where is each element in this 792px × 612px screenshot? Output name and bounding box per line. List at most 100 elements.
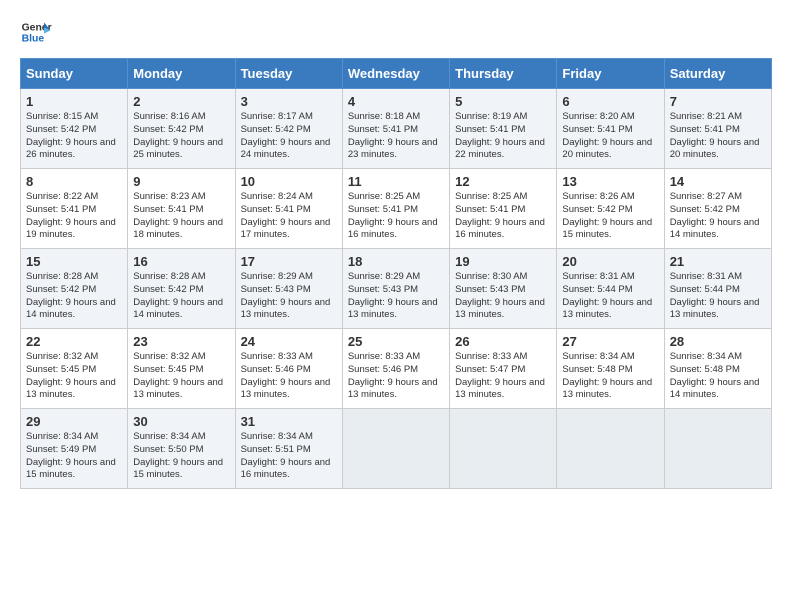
col-header-sunday: Sunday bbox=[21, 59, 128, 89]
day-info: Sunrise: 8:19 AM Sunset: 5:41 PM Dayligh… bbox=[455, 111, 551, 162]
day-number: 5 bbox=[455, 94, 551, 109]
col-header-thursday: Thursday bbox=[450, 59, 557, 89]
day-cell: 11 Sunrise: 8:25 AM Sunset: 5:41 PM Dayl… bbox=[342, 169, 449, 249]
day-info: Sunrise: 8:31 AM Sunset: 5:44 PM Dayligh… bbox=[670, 271, 766, 322]
day-info: Sunrise: 8:29 AM Sunset: 5:43 PM Dayligh… bbox=[348, 271, 444, 322]
day-info: Sunrise: 8:25 AM Sunset: 5:41 PM Dayligh… bbox=[455, 191, 551, 242]
day-info: Sunrise: 8:20 AM Sunset: 5:41 PM Dayligh… bbox=[562, 111, 658, 162]
day-info: Sunrise: 8:24 AM Sunset: 5:41 PM Dayligh… bbox=[241, 191, 337, 242]
day-cell: 22 Sunrise: 8:32 AM Sunset: 5:45 PM Dayl… bbox=[21, 329, 128, 409]
day-number: 29 bbox=[26, 414, 122, 429]
col-header-wednesday: Wednesday bbox=[342, 59, 449, 89]
day-cell bbox=[450, 409, 557, 489]
day-cell: 17 Sunrise: 8:29 AM Sunset: 5:43 PM Dayl… bbox=[235, 249, 342, 329]
day-number: 11 bbox=[348, 174, 444, 189]
day-info: Sunrise: 8:16 AM Sunset: 5:42 PM Dayligh… bbox=[133, 111, 229, 162]
day-cell: 31 Sunrise: 8:34 AM Sunset: 5:51 PM Dayl… bbox=[235, 409, 342, 489]
week-row-2: 8 Sunrise: 8:22 AM Sunset: 5:41 PM Dayli… bbox=[21, 169, 772, 249]
day-info: Sunrise: 8:26 AM Sunset: 5:42 PM Dayligh… bbox=[562, 191, 658, 242]
day-number: 6 bbox=[562, 94, 658, 109]
header: General Blue bbox=[20, 16, 772, 48]
day-number: 31 bbox=[241, 414, 337, 429]
day-cell bbox=[557, 409, 664, 489]
day-info: Sunrise: 8:34 AM Sunset: 5:49 PM Dayligh… bbox=[26, 431, 122, 482]
day-cell: 24 Sunrise: 8:33 AM Sunset: 5:46 PM Dayl… bbox=[235, 329, 342, 409]
col-header-tuesday: Tuesday bbox=[235, 59, 342, 89]
day-info: Sunrise: 8:27 AM Sunset: 5:42 PM Dayligh… bbox=[670, 191, 766, 242]
day-cell: 13 Sunrise: 8:26 AM Sunset: 5:42 PM Dayl… bbox=[557, 169, 664, 249]
day-number: 8 bbox=[26, 174, 122, 189]
day-cell: 1 Sunrise: 8:15 AM Sunset: 5:42 PM Dayli… bbox=[21, 89, 128, 169]
day-number: 22 bbox=[26, 334, 122, 349]
day-number: 4 bbox=[348, 94, 444, 109]
day-number: 23 bbox=[133, 334, 229, 349]
day-number: 2 bbox=[133, 94, 229, 109]
day-number: 3 bbox=[241, 94, 337, 109]
day-cell: 9 Sunrise: 8:23 AM Sunset: 5:41 PM Dayli… bbox=[128, 169, 235, 249]
day-info: Sunrise: 8:32 AM Sunset: 5:45 PM Dayligh… bbox=[26, 351, 122, 402]
day-number: 13 bbox=[562, 174, 658, 189]
day-info: Sunrise: 8:29 AM Sunset: 5:43 PM Dayligh… bbox=[241, 271, 337, 322]
day-cell: 27 Sunrise: 8:34 AM Sunset: 5:48 PM Dayl… bbox=[557, 329, 664, 409]
day-number: 7 bbox=[670, 94, 766, 109]
week-row-5: 29 Sunrise: 8:34 AM Sunset: 5:49 PM Dayl… bbox=[21, 409, 772, 489]
col-header-monday: Monday bbox=[128, 59, 235, 89]
day-info: Sunrise: 8:28 AM Sunset: 5:42 PM Dayligh… bbox=[26, 271, 122, 322]
day-number: 16 bbox=[133, 254, 229, 269]
day-number: 18 bbox=[348, 254, 444, 269]
day-number: 17 bbox=[241, 254, 337, 269]
day-info: Sunrise: 8:18 AM Sunset: 5:41 PM Dayligh… bbox=[348, 111, 444, 162]
day-cell bbox=[664, 409, 771, 489]
day-number: 24 bbox=[241, 334, 337, 349]
day-number: 14 bbox=[670, 174, 766, 189]
day-info: Sunrise: 8:28 AM Sunset: 5:42 PM Dayligh… bbox=[133, 271, 229, 322]
day-info: Sunrise: 8:15 AM Sunset: 5:42 PM Dayligh… bbox=[26, 111, 122, 162]
calendar-header-row: SundayMondayTuesdayWednesdayThursdayFrid… bbox=[21, 59, 772, 89]
day-info: Sunrise: 8:25 AM Sunset: 5:41 PM Dayligh… bbox=[348, 191, 444, 242]
day-cell: 26 Sunrise: 8:33 AM Sunset: 5:47 PM Dayl… bbox=[450, 329, 557, 409]
day-info: Sunrise: 8:23 AM Sunset: 5:41 PM Dayligh… bbox=[133, 191, 229, 242]
day-info: Sunrise: 8:22 AM Sunset: 5:41 PM Dayligh… bbox=[26, 191, 122, 242]
calendar: SundayMondayTuesdayWednesdayThursdayFrid… bbox=[20, 58, 772, 489]
day-number: 1 bbox=[26, 94, 122, 109]
day-cell: 15 Sunrise: 8:28 AM Sunset: 5:42 PM Dayl… bbox=[21, 249, 128, 329]
day-cell bbox=[342, 409, 449, 489]
day-cell: 18 Sunrise: 8:29 AM Sunset: 5:43 PM Dayl… bbox=[342, 249, 449, 329]
day-info: Sunrise: 8:34 AM Sunset: 5:48 PM Dayligh… bbox=[670, 351, 766, 402]
day-cell: 14 Sunrise: 8:27 AM Sunset: 5:42 PM Dayl… bbox=[664, 169, 771, 249]
day-cell: 5 Sunrise: 8:19 AM Sunset: 5:41 PM Dayli… bbox=[450, 89, 557, 169]
day-cell: 25 Sunrise: 8:33 AM Sunset: 5:46 PM Dayl… bbox=[342, 329, 449, 409]
day-info: Sunrise: 8:33 AM Sunset: 5:46 PM Dayligh… bbox=[348, 351, 444, 402]
day-number: 9 bbox=[133, 174, 229, 189]
day-number: 27 bbox=[562, 334, 658, 349]
day-info: Sunrise: 8:17 AM Sunset: 5:42 PM Dayligh… bbox=[241, 111, 337, 162]
day-info: Sunrise: 8:34 AM Sunset: 5:48 PM Dayligh… bbox=[562, 351, 658, 402]
day-number: 30 bbox=[133, 414, 229, 429]
day-number: 25 bbox=[348, 334, 444, 349]
day-number: 12 bbox=[455, 174, 551, 189]
day-info: Sunrise: 8:34 AM Sunset: 5:51 PM Dayligh… bbox=[241, 431, 337, 482]
day-number: 10 bbox=[241, 174, 337, 189]
day-number: 28 bbox=[670, 334, 766, 349]
day-info: Sunrise: 8:21 AM Sunset: 5:41 PM Dayligh… bbox=[670, 111, 766, 162]
day-info: Sunrise: 8:31 AM Sunset: 5:44 PM Dayligh… bbox=[562, 271, 658, 322]
week-row-3: 15 Sunrise: 8:28 AM Sunset: 5:42 PM Dayl… bbox=[21, 249, 772, 329]
day-cell: 10 Sunrise: 8:24 AM Sunset: 5:41 PM Dayl… bbox=[235, 169, 342, 249]
day-number: 20 bbox=[562, 254, 658, 269]
col-header-friday: Friday bbox=[557, 59, 664, 89]
day-cell: 8 Sunrise: 8:22 AM Sunset: 5:41 PM Dayli… bbox=[21, 169, 128, 249]
day-number: 19 bbox=[455, 254, 551, 269]
day-cell: 2 Sunrise: 8:16 AM Sunset: 5:42 PM Dayli… bbox=[128, 89, 235, 169]
svg-text:Blue: Blue bbox=[22, 34, 45, 45]
logo: General Blue bbox=[20, 16, 56, 48]
logo-icon: General Blue bbox=[20, 16, 52, 48]
day-cell: 12 Sunrise: 8:25 AM Sunset: 5:41 PM Dayl… bbox=[450, 169, 557, 249]
col-header-saturday: Saturday bbox=[664, 59, 771, 89]
day-cell: 3 Sunrise: 8:17 AM Sunset: 5:42 PM Dayli… bbox=[235, 89, 342, 169]
day-cell: 16 Sunrise: 8:28 AM Sunset: 5:42 PM Dayl… bbox=[128, 249, 235, 329]
day-cell: 7 Sunrise: 8:21 AM Sunset: 5:41 PM Dayli… bbox=[664, 89, 771, 169]
day-cell: 6 Sunrise: 8:20 AM Sunset: 5:41 PM Dayli… bbox=[557, 89, 664, 169]
day-cell: 20 Sunrise: 8:31 AM Sunset: 5:44 PM Dayl… bbox=[557, 249, 664, 329]
day-cell: 21 Sunrise: 8:31 AM Sunset: 5:44 PM Dayl… bbox=[664, 249, 771, 329]
day-cell: 29 Sunrise: 8:34 AM Sunset: 5:49 PM Dayl… bbox=[21, 409, 128, 489]
